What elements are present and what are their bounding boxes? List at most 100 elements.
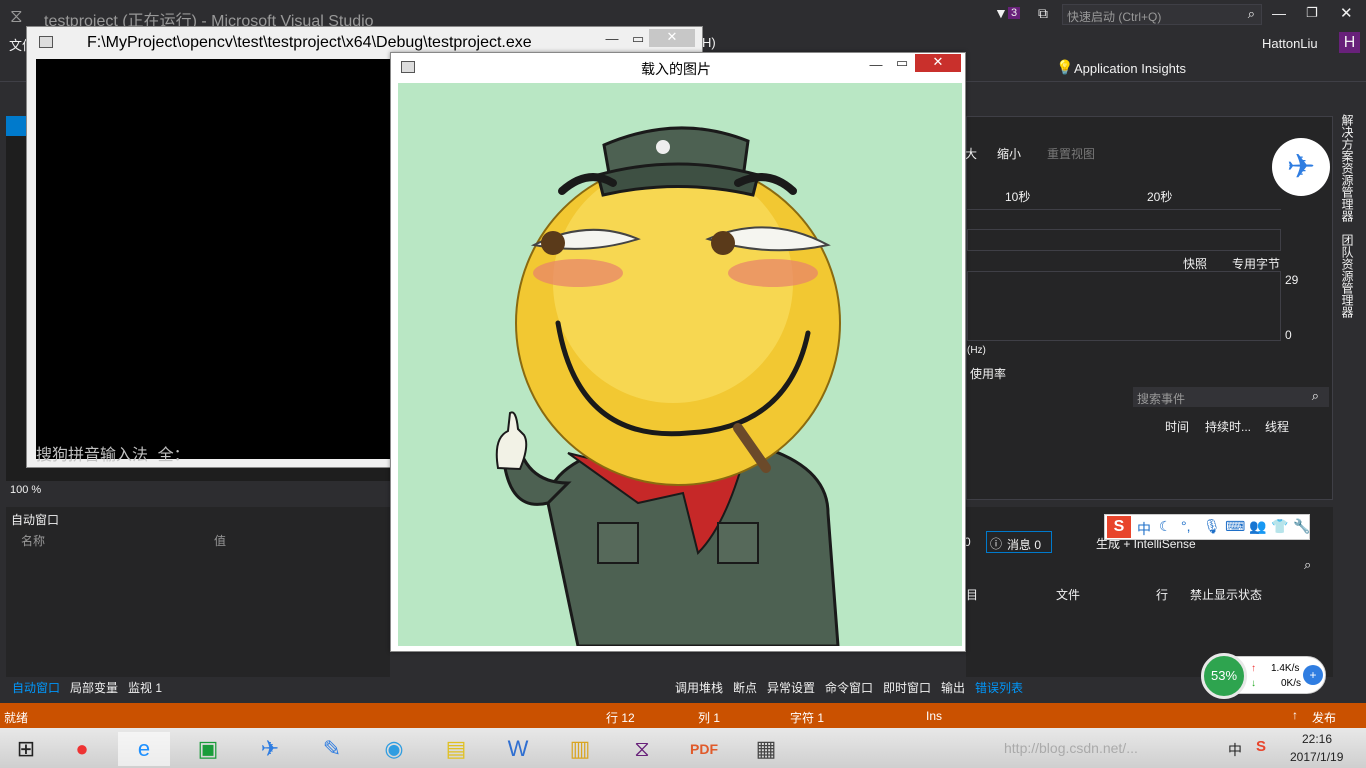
publish-button[interactable]: 发布 (1312, 709, 1336, 726)
vs-logo-icon: ⧖ (10, 6, 23, 26)
running-window-icon[interactable]: ▦ (740, 732, 792, 766)
search-icon: ⌕ (1311, 388, 1319, 403)
feedback-icon[interactable]: ⧉ (1038, 5, 1048, 22)
skin-icon[interactable]: 👕 (1271, 518, 1288, 535)
search-events-placeholder: 搜索事件 (1137, 392, 1186, 406)
tray-sogou-icon[interactable]: S (1256, 738, 1266, 755)
console-title: F:\MyProject\opencv\test\testproject\x64… (87, 34, 532, 51)
tab-watch-1[interactable]: 监视 1 (128, 679, 162, 696)
download-speed: 0K/s (1281, 678, 1302, 689)
legend-snapshot: 快照 (1183, 257, 1208, 271)
upload-arrow-icon: ↑ (1251, 663, 1256, 674)
autos-column-value[interactable]: 值 (214, 532, 226, 549)
notification-badge[interactable]: 3 (1008, 7, 1021, 19)
tab-error-list[interactable]: 错误列表 (975, 679, 1023, 696)
half-width-icon[interactable]: ☾ (1159, 518, 1172, 535)
file-explorer-icon[interactable]: ▥ (554, 732, 606, 766)
column-duration[interactable]: 持续时... (1205, 418, 1251, 435)
tab-breakpoints[interactable]: 断点 (733, 679, 757, 696)
tab-call-stack[interactable]: 调用堆栈 (675, 679, 723, 696)
tab-command-window[interactable]: 命令窗口 (825, 679, 873, 696)
clock-date[interactable]: 2017/1/19 (1290, 750, 1343, 764)
quick-launch-input[interactable]: 快速启动 (Ctrl+Q) ⌕ (1062, 4, 1262, 25)
memory-y-top: 29 (1285, 273, 1299, 287)
status-line: 行 12 (606, 711, 635, 725)
visual-studio-icon[interactable]: ⧖ (616, 732, 668, 766)
cpu-hz-partial: (Hz) (967, 345, 986, 356)
notes-app-icon[interactable]: ▤ (430, 732, 482, 766)
tools-icon[interactable]: 🔧 (1293, 518, 1310, 535)
tray-ime-lang[interactable]: 中 (1228, 740, 1242, 760)
reset-view-button[interactable]: 重置视图 (1047, 145, 1095, 162)
watermark-url: http://blog.csdn.net/... (1004, 740, 1138, 756)
side-tab-solution-explorer[interactable]: 解决方案资源管理器 (1340, 114, 1356, 222)
column-time[interactable]: 时间 (1165, 418, 1189, 435)
side-tab-team-explorer[interactable]: 团队资源管理器 (1340, 234, 1356, 318)
colorful-app-icon[interactable]: ● (56, 732, 108, 766)
console-output[interactable]: 搜狗拼音输入法 全： (36, 59, 390, 464)
zoom-in-partial[interactable]: 大 (965, 145, 977, 162)
loaded-image (398, 83, 962, 646)
close-button[interactable]: ✕ (1340, 4, 1353, 22)
status-bar: 就绪 行 12 列 1 字符 1 Ins ↑ 发布 (0, 703, 1366, 728)
wps-writer-icon[interactable]: W (492, 732, 544, 766)
keyboard-icon[interactable]: ⌨ (1225, 518, 1245, 535)
bird-app-icon[interactable]: ✈ (244, 732, 296, 766)
search-events-input[interactable]: 搜索事件 ⌕ (1133, 387, 1329, 407)
start-icon[interactable]: ⊞ (0, 732, 52, 766)
pen-app-icon[interactable]: ✎ (306, 732, 358, 766)
accelerate-icon[interactable]: + (1303, 665, 1323, 685)
tab-immediate-window[interactable]: 即时窗口 (883, 679, 931, 696)
column-project-partial[interactable]: 目 (966, 586, 978, 603)
microphone-icon[interactable]: 🎙 (1203, 518, 1221, 535)
memory-graph (967, 271, 1281, 341)
user-avatar[interactable]: H (1339, 32, 1360, 53)
tab-autos[interactable]: 自动窗口 (12, 679, 60, 696)
status-ins: Ins (926, 709, 943, 723)
event-track (967, 229, 1281, 251)
console-app-icon (39, 36, 53, 48)
image-maximize-button[interactable]: ▭ (887, 55, 917, 73)
column-suppression[interactable]: 禁止显示状态 (1190, 586, 1262, 603)
tab-output[interactable]: 输出 (941, 679, 965, 696)
image-window-title: 载入的图片 (641, 61, 711, 77)
column-line[interactable]: 行 (1156, 586, 1168, 603)
pdf-app-icon[interactable]: PDF (678, 732, 730, 766)
image-close-button[interactable]: ✕ (915, 54, 961, 72)
user-icon[interactable]: 👥 (1249, 518, 1266, 535)
tab-exception-settings[interactable]: 异常设置 (767, 679, 815, 696)
net-percent: 53% (1210, 668, 1238, 683)
autos-panel: 自动窗口 名称 值 (6, 507, 390, 677)
column-file[interactable]: 文件 (1056, 586, 1080, 603)
timeline-tick-10: 10秒 (1005, 190, 1031, 204)
user-name[interactable]: HattonLiu (1262, 36, 1318, 51)
zoom-level[interactable]: 100 % (10, 484, 41, 496)
column-thread[interactable]: 线程 (1265, 418, 1289, 435)
search-icon[interactable]: ⌕ (1304, 557, 1311, 573)
internet-explorer-icon[interactable]: e (118, 732, 170, 766)
timeline-tick-20: 20秒 (1147, 190, 1173, 204)
quick-launch-placeholder: 快速启动 (Ctrl+Q) (1067, 10, 1162, 24)
net-speed-widget[interactable]: 53% ↑ 1.4K/s ↓ 0K/s + (1201, 653, 1326, 699)
qq-browser-icon[interactable]: ◉ (368, 732, 420, 766)
status-char: 字符 1 (790, 711, 825, 725)
zoom-out-button[interactable]: 缩小 (997, 145, 1021, 162)
minimize-button[interactable]: — (1272, 5, 1286, 21)
menu-help-partial[interactable]: H) (702, 35, 716, 50)
autos-column-name[interactable]: 名称 (21, 532, 45, 549)
messages-filter-button[interactable]: ⓘ 消息 0 (986, 531, 1052, 553)
punctuation-icon[interactable]: °, (1181, 518, 1191, 534)
ime-lang-toggle[interactable]: 中 (1137, 519, 1151, 539)
restore-button[interactable]: ❐ (1306, 5, 1318, 21)
store-icon[interactable]: ▣ (182, 732, 234, 766)
sogou-ime-toolbar: S 中 ☾ °, 🎙 ⌨ 👥 👕 🔧 (1104, 514, 1310, 540)
sogou-logo-icon[interactable]: S (1107, 516, 1131, 538)
editor-tab[interactable] (6, 116, 28, 136)
application-insights-button[interactable]: Application Insights (1074, 61, 1186, 76)
tab-locals[interactable]: 局部变量 (70, 679, 118, 696)
floating-bird-icon[interactable]: ✈ (1272, 138, 1330, 196)
usage-tab[interactable]: 使用率 (970, 365, 1006, 382)
console-close-button[interactable]: ✕ (649, 29, 695, 47)
filter-icon[interactable]: ▼ (994, 5, 1008, 21)
clock-time[interactable]: 22:16 (1302, 732, 1332, 746)
